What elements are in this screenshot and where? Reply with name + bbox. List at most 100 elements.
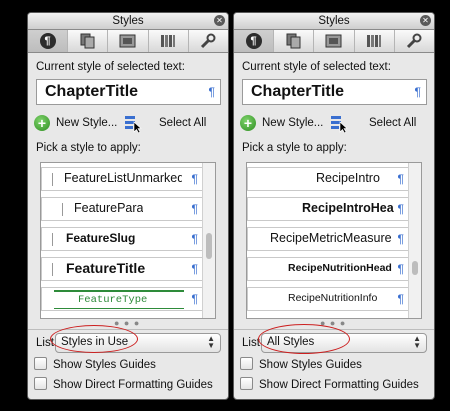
picture-styles-icon [325, 34, 342, 48]
style-name: RecipeIntro [316, 171, 380, 185]
style-list[interactable]: FeatureListUnmarked ¶ FeaturePara ¶ Feat… [40, 162, 216, 319]
list-item[interactable]: RecipeIntroHead ¶ [247, 197, 409, 221]
scrollbar[interactable] [202, 163, 215, 318]
wrench-icon [407, 33, 422, 49]
tab-page-styles[interactable] [68, 30, 109, 52]
list-item[interactable]: RecipeNutritionInfo ¶ [247, 287, 409, 311]
library-icon [161, 35, 176, 47]
checkbox[interactable] [240, 377, 253, 390]
pilcrow-icon: ¶ [208, 85, 215, 99]
page-styles-icon [286, 33, 301, 49]
option-label: Show Direct Formatting Guides [53, 379, 213, 391]
toolbar: ¶ [28, 30, 228, 53]
show-styles-guides-option[interactable]: Show Styles Guides [240, 357, 362, 371]
wrench-icon [201, 33, 216, 49]
select-all-button[interactable]: Select All [159, 117, 206, 129]
pilcrow-icon: ¶ [397, 172, 404, 186]
show-direct-formatting-option[interactable]: Show Direct Formatting Guides [240, 377, 419, 391]
new-style-button[interactable]: + [240, 115, 256, 131]
pilcrow-icon: ¶ [414, 85, 421, 99]
paragraph-styles-icon: ¶ [39, 33, 56, 49]
page-styles-icon [80, 33, 95, 49]
scroll-thumb[interactable] [412, 261, 418, 275]
select-style-icon[interactable] [124, 114, 142, 133]
list-item[interactable]: RecipeIntro ¶ [247, 167, 409, 191]
title-bar: Styles ✕ [234, 13, 434, 30]
option-label: Show Direct Formatting Guides [259, 379, 419, 391]
style-name: FeatureListUnmarked [64, 171, 182, 185]
new-style-label[interactable]: New Style... [56, 117, 117, 129]
checkbox[interactable] [34, 377, 47, 390]
new-style-label[interactable]: New Style... [262, 117, 323, 129]
select-all-button[interactable]: Select All [369, 117, 416, 129]
tab-page-styles[interactable] [274, 30, 315, 52]
scroll-thumb[interactable] [206, 233, 212, 259]
tab-paragraph-styles[interactable]: ¶ [28, 30, 69, 52]
show-styles-guides-option[interactable]: Show Styles Guides [34, 357, 156, 371]
pilcrow-icon: ¶ [191, 202, 198, 216]
current-style-field: ChapterTitle ¶ [36, 79, 221, 105]
scrollbar[interactable] [408, 163, 421, 318]
tab-paragraph-styles[interactable]: ¶ [234, 30, 275, 52]
list-item[interactable]: FeatureType ¶ [41, 287, 203, 311]
style-list[interactable]: RecipeIntro ¶ RecipeIntroHead ¶ RecipeMe… [246, 162, 422, 319]
checkbox[interactable] [240, 357, 253, 370]
pilcrow-icon: ¶ [191, 172, 198, 186]
select-style-icon[interactable] [330, 114, 348, 133]
style-name: RecipeMetricMeasure [270, 231, 392, 245]
style-name: FeaturePara [74, 201, 144, 215]
new-style-button[interactable]: + [34, 115, 50, 131]
window-title: Styles [112, 15, 144, 27]
pilcrow-icon: ¶ [191, 262, 198, 276]
tab-picture-styles[interactable] [108, 30, 149, 52]
option-label: Show Styles Guides [259, 359, 362, 371]
pilcrow-icon: ¶ [397, 202, 404, 216]
style-name: FeatureTitle [66, 260, 146, 276]
list-item[interactable]: RecipeNutritionHead ¶ [247, 257, 409, 281]
style-name: FeatureType [78, 294, 148, 306]
title-bar: Styles ✕ [28, 13, 228, 30]
pilcrow-icon: ¶ [191, 232, 198, 246]
current-style-label: Current style of selected text: [36, 61, 185, 73]
list-item[interactable]: FeatureTitle ¶ [41, 257, 203, 281]
pick-style-label: Pick a style to apply: [36, 142, 141, 154]
list-item[interactable]: FeaturePara ¶ [41, 197, 203, 221]
pilcrow-icon: ¶ [397, 262, 404, 276]
current-style-name: ChapterTitle [45, 83, 139, 100]
library-icon [367, 35, 382, 47]
updown-arrows-icon: ▲ ▼ [207, 334, 215, 350]
list-item[interactable]: RecipeMetricMeasure ¶ [247, 227, 409, 251]
pilcrow-icon: ¶ [191, 292, 198, 306]
show-direct-formatting-option[interactable]: Show Direct Formatting Guides [34, 377, 213, 391]
checkbox[interactable] [34, 357, 47, 370]
paragraph-styles-icon: ¶ [245, 33, 262, 49]
tab-library[interactable] [355, 30, 395, 52]
current-style-label: Current style of selected text: [242, 61, 391, 73]
tab-library[interactable] [149, 30, 189, 52]
highlight-annotation [258, 324, 350, 354]
updown-arrows-icon: ▲ ▼ [413, 334, 421, 350]
tab-settings[interactable] [395, 30, 434, 52]
tab-picture-styles[interactable] [314, 30, 355, 52]
option-label: Show Styles Guides [53, 359, 156, 371]
styles-panel-left: Styles ✕ ¶ Current style of selected tex… [27, 12, 229, 400]
pick-style-label: Pick a style to apply: [242, 142, 347, 154]
window-title: Styles [318, 15, 350, 27]
style-name: RecipeNutritionInfo [288, 292, 378, 304]
toolbar: ¶ [234, 30, 434, 53]
close-icon[interactable]: ✕ [420, 15, 431, 26]
style-name: RecipeIntroHead [302, 201, 394, 215]
picture-styles-icon [119, 34, 136, 48]
styles-panel-right: Styles ✕ ¶ Current style of selected tex… [233, 12, 435, 400]
pilcrow-icon: ¶ [397, 232, 404, 246]
list-item[interactable]: FeatureListUnmarked ¶ [41, 167, 203, 191]
style-name: RecipeNutritionHead [288, 262, 392, 274]
highlight-annotation [50, 325, 138, 353]
current-style-name: ChapterTitle [251, 83, 345, 100]
pilcrow-icon: ¶ [397, 292, 404, 306]
list-item[interactable]: FeatureSlug ¶ [41, 227, 203, 251]
style-name: FeatureSlug [66, 231, 136, 245]
current-style-field: ChapterTitle ¶ [242, 79, 427, 105]
close-icon[interactable]: ✕ [214, 15, 225, 26]
tab-settings[interactable] [189, 30, 228, 52]
